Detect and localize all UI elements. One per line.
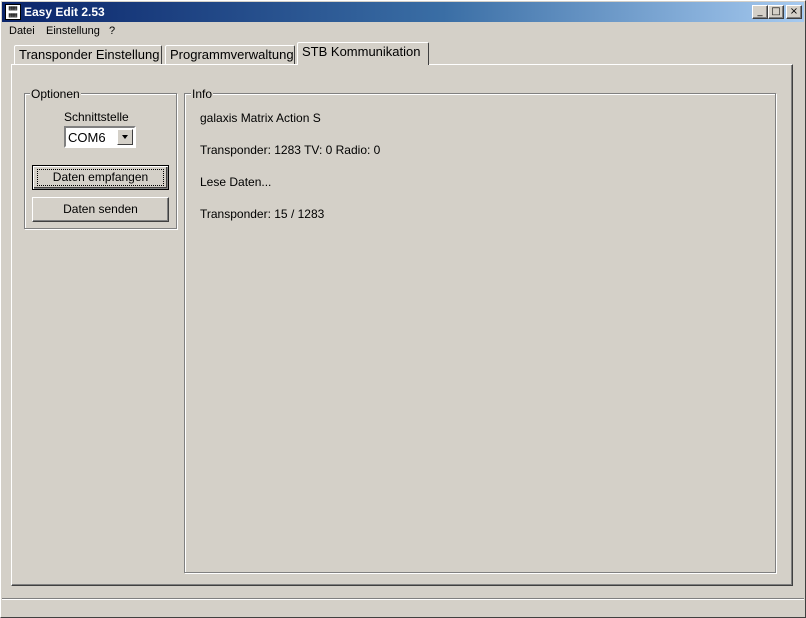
info-group	[184, 93, 776, 573]
info-status: Lese Daten...	[200, 175, 272, 189]
focus-rect	[37, 169, 164, 186]
receive-data-button[interactable]: Daten empfangen	[32, 165, 169, 190]
title-bar[interactable]: ▦▦ ▦▦ Easy Edit 2.53 _ □ ×	[2, 2, 804, 22]
window-title: Easy Edit 2.53	[24, 5, 105, 19]
port-select[interactable]: COM6	[64, 126, 136, 148]
options-group-label: Optionen	[30, 87, 81, 101]
app-icon: ▦▦ ▦▦	[5, 4, 21, 20]
tab-transponder-einstellung[interactable]: Transponder Einstellung	[14, 45, 162, 64]
port-select-value: COM6	[68, 130, 106, 145]
tab-programmverwaltung[interactable]: Programmverwaltung	[165, 45, 295, 64]
info-progress: Transponder: 15 / 1283	[200, 207, 325, 221]
port-label: Schnittstelle	[64, 110, 129, 124]
close-button[interactable]: ×	[786, 5, 802, 19]
tab-stb-kommunikation[interactable]: STB Kommunikation	[297, 42, 429, 65]
menu-einstellung[interactable]: Einstellung	[46, 25, 100, 37]
send-data-label: Daten senden	[63, 202, 138, 216]
info-transponder-count: Transponder: 1283 TV: 0 Radio: 0	[200, 143, 381, 157]
status-bar	[2, 598, 804, 615]
info-group-label: Info	[191, 87, 214, 101]
menu-help[interactable]: ?	[109, 25, 115, 37]
chevron-down-icon[interactable]	[117, 129, 133, 145]
minimize-button[interactable]: _	[752, 5, 768, 19]
menu-bar: Datei Einstellung ?	[2, 23, 804, 41]
send-data-button[interactable]: Daten senden	[32, 197, 169, 222]
maximize-button[interactable]: □	[768, 5, 784, 19]
menu-datei[interactable]: Datei	[9, 25, 35, 37]
info-device: galaxis Matrix Action S	[200, 111, 321, 125]
